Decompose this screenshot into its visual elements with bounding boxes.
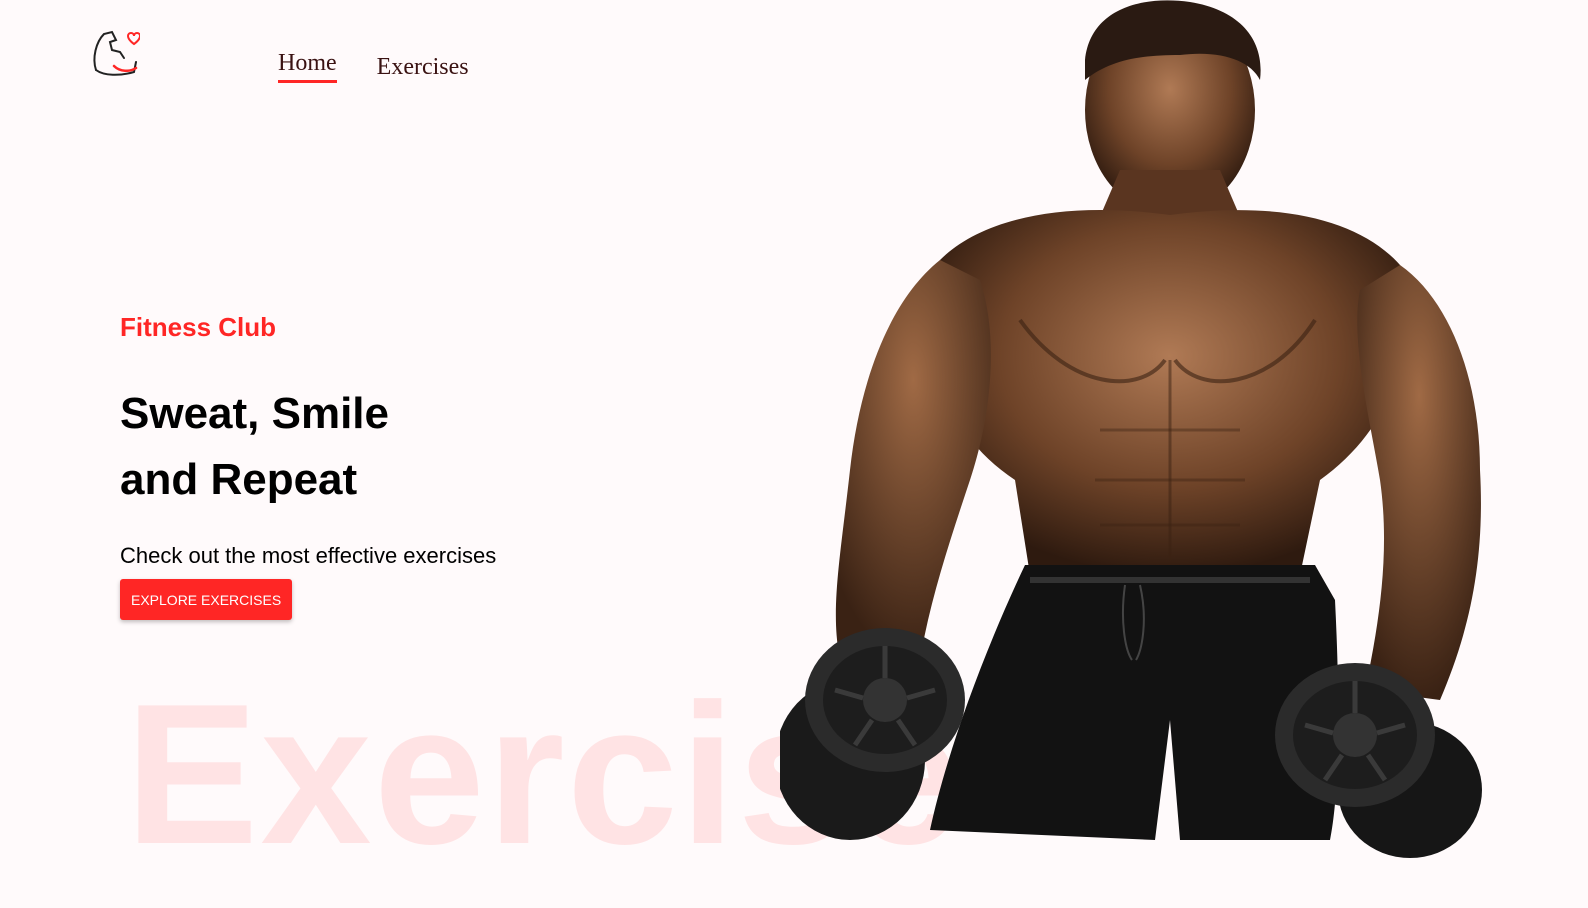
nav-link-exercises[interactable]: Exercises [377,54,469,83]
hero-headline: Sweat, Smile and Repeat [120,381,496,513]
main-nav: Home Exercises [278,50,469,83]
logo-flexed-arm-icon[interactable] [90,28,142,80]
nav-link-home[interactable]: Home [278,50,337,83]
hero-headline-line-1: Sweat, Smile [120,389,390,438]
hero-banner-image [775,0,1500,860]
hero-subtitle: Check out the most effective exercises [120,543,497,568]
hero-section: Fitness Club Sweat, Smile and Repeat Che… [120,312,496,620]
hero-headline-line-2: and Repeat [120,455,358,504]
hero-eyebrow: Fitness Club [120,312,277,342]
explore-exercises-button[interactable]: Explore Exercises [120,579,293,620]
